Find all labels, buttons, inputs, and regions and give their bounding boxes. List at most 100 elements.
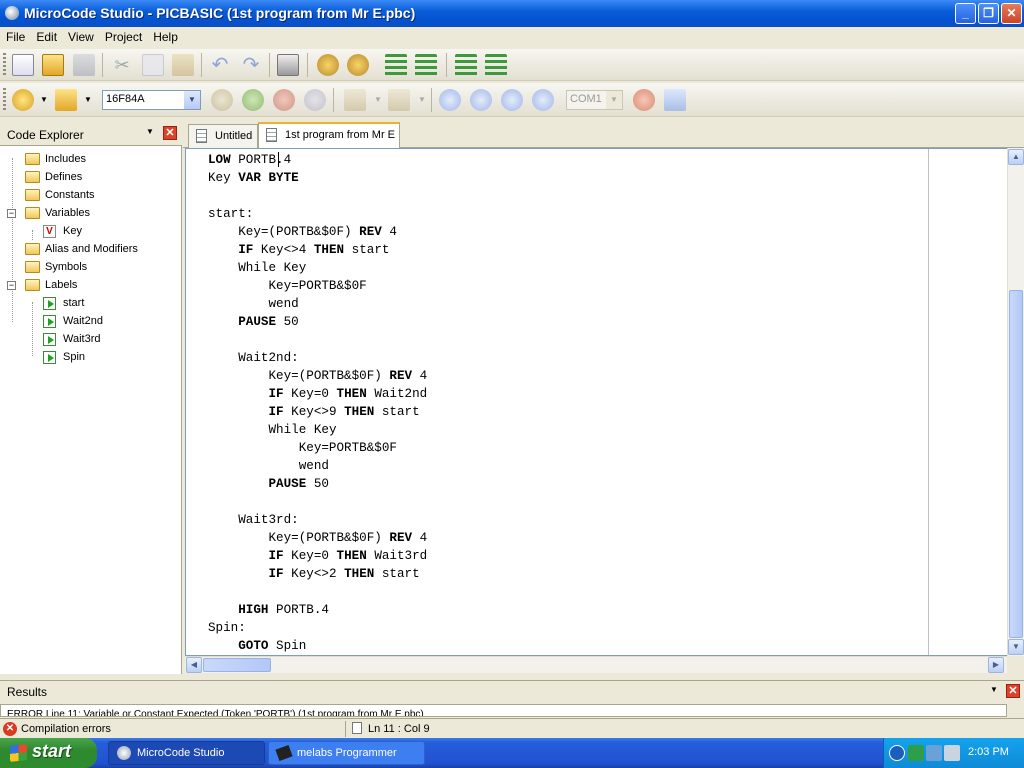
- code-line[interactable]: IF Key=0 THEN Wait3rd: [208, 547, 427, 565]
- save-icon[interactable]: [73, 54, 95, 76]
- window-titlebar[interactable]: MicroCode Studio - PICBASIC (1st program…: [0, 0, 1024, 27]
- toolbar-grip[interactable]: [3, 53, 6, 77]
- open-folder-icon[interactable]: [42, 54, 64, 76]
- com-port-select[interactable]: COM1 ▼: [566, 90, 623, 110]
- stop-icon[interactable]: [470, 89, 492, 111]
- code-line[interactable]: [208, 493, 427, 511]
- code-editor[interactable]: LOW PORTB.4 Key VAR BYTE start: Key=(PORTB…: [185, 148, 1008, 656]
- close-button[interactable]: ✕: [1001, 3, 1022, 24]
- chevron-down-icon[interactable]: ▼: [146, 127, 154, 136]
- code-line[interactable]: wend: [208, 295, 427, 313]
- code-line[interactable]: Key=(PORTB&$0F) REV 4: [208, 529, 427, 547]
- clock[interactable]: 2:03 PM: [968, 746, 1009, 758]
- menu-help[interactable]: Help: [147, 27, 183, 44]
- stop-compile-icon[interactable]: [273, 89, 295, 111]
- signal-icon[interactable]: [926, 745, 942, 761]
- code-line[interactable]: While Key: [208, 259, 427, 277]
- close-icon[interactable]: ✕: [1006, 684, 1020, 698]
- code-line[interactable]: Key=PORTB&$0F: [208, 439, 427, 457]
- menu-view[interactable]: View: [62, 27, 99, 44]
- tab-untitled[interactable]: Untitled: [188, 124, 258, 148]
- code-line[interactable]: Key=(PORTB&$0F) REV 4: [208, 223, 427, 241]
- code-line[interactable]: While Key: [208, 421, 427, 439]
- menu-edit[interactable]: Edit: [30, 27, 62, 44]
- find-icon[interactable]: [317, 54, 339, 76]
- chevron-down-icon[interactable]: ▼: [84, 95, 92, 104]
- horizontal-scroll-thumb[interactable]: [203, 658, 271, 672]
- tab-1st-program[interactable]: 1st program from Mr E: [258, 122, 400, 149]
- loader-icon[interactable]: [388, 89, 410, 111]
- code-line[interactable]: IF Key=0 THEN Wait2nd: [208, 385, 427, 403]
- chevron-down-icon[interactable]: ▼: [990, 685, 998, 694]
- code-line[interactable]: IF Key<>4 THEN start: [208, 241, 427, 259]
- code-line[interactable]: Key VAR BYTE: [208, 169, 427, 187]
- new-file-icon[interactable]: [12, 54, 34, 76]
- outdent-icon[interactable]: [415, 54, 437, 76]
- code-line[interactable]: Wait2nd:: [208, 349, 427, 367]
- code-line[interactable]: PAUSE 50: [208, 313, 427, 331]
- task-microcode-studio[interactable]: MicroCode Studio: [108, 741, 265, 765]
- chevron-down-icon[interactable]: ▼: [184, 91, 200, 109]
- code-line[interactable]: IF Key<>2 THEN start: [208, 565, 427, 583]
- chevron-down-icon[interactable]: ▼: [40, 95, 48, 104]
- toolbar-grip[interactable]: [3, 88, 6, 112]
- collapse-icon[interactable]: −: [7, 209, 16, 218]
- redo-icon[interactable]: ↷: [240, 54, 262, 76]
- print-icon[interactable]: [277, 54, 299, 76]
- comment-icon[interactable]: [455, 54, 477, 76]
- code-line[interactable]: [208, 583, 427, 601]
- scroll-left-icon[interactable]: ◀: [186, 657, 202, 673]
- terminal-icon[interactable]: [664, 89, 686, 111]
- indent-icon[interactable]: [385, 54, 407, 76]
- minimize-button[interactable]: _: [955, 3, 976, 24]
- code-line[interactable]: Wait3rd:: [208, 511, 427, 529]
- start-button[interactable]: start: [0, 738, 97, 768]
- step-icon[interactable]: [532, 89, 554, 111]
- network-icon[interactable]: [908, 745, 924, 761]
- program-folder-icon[interactable]: [344, 89, 366, 111]
- paste-icon[interactable]: [172, 54, 194, 76]
- serial-icon[interactable]: [633, 89, 655, 111]
- code-line[interactable]: PAUSE 50: [208, 475, 427, 493]
- compile-program-icon[interactable]: [242, 89, 264, 111]
- cut-icon[interactable]: ✂: [111, 54, 133, 76]
- scroll-up-icon[interactable]: ▲: [1008, 149, 1024, 165]
- code-line[interactable]: [208, 187, 427, 205]
- close-icon[interactable]: ✕: [163, 126, 177, 140]
- code-line[interactable]: [208, 331, 427, 349]
- chevron-down-icon[interactable]: ▼: [374, 95, 382, 104]
- code-line[interactable]: Spin:: [208, 619, 427, 637]
- uncomment-icon[interactable]: [485, 54, 507, 76]
- code-line[interactable]: start:: [208, 205, 427, 223]
- copy-icon[interactable]: [142, 54, 164, 76]
- task-melabs-programmer[interactable]: melabs Programmer: [268, 741, 425, 765]
- chevron-down-icon[interactable]: ▼: [418, 95, 426, 104]
- code-text[interactable]: LOW PORTB.4 Key VAR BYTE start: Key=(PORTB…: [208, 151, 427, 655]
- device-select[interactable]: 16F84A ▼: [102, 90, 201, 110]
- scroll-down-icon[interactable]: ▼: [1008, 639, 1024, 655]
- open-project-icon[interactable]: [55, 89, 77, 111]
- scroll-right-icon[interactable]: ▶: [988, 657, 1004, 673]
- code-line[interactable]: GOTO Spin: [208, 637, 427, 655]
- chevron-down-icon[interactable]: ▼: [606, 91, 622, 109]
- vertical-scrollbar[interactable]: ▲ ▼: [1007, 148, 1024, 656]
- info-icon[interactable]: [304, 89, 326, 111]
- horizontal-scrollbar[interactable]: ◀ ▶: [185, 656, 1007, 673]
- undo-icon[interactable]: ↶: [209, 54, 231, 76]
- vertical-scroll-thumb[interactable]: [1009, 290, 1023, 638]
- monitor-icon[interactable]: [944, 745, 960, 761]
- code-line[interactable]: HIGH PORTB.4: [208, 601, 427, 619]
- results-message[interactable]: ERROR Line 11: Variable or Constant Expe…: [0, 704, 1007, 717]
- menu-file[interactable]: File: [0, 27, 30, 44]
- code-line[interactable]: IF Key<>9 THEN start: [208, 403, 427, 421]
- code-line[interactable]: Key=PORTB&$0F: [208, 277, 427, 295]
- chevron-left-icon[interactable]: [889, 745, 905, 761]
- code-line[interactable]: LOW PORTB.4: [208, 151, 427, 169]
- menu-project[interactable]: Project: [99, 27, 147, 44]
- maximize-button[interactable]: ❐: [978, 3, 999, 24]
- new-project-icon[interactable]: [12, 89, 34, 111]
- replace-icon[interactable]: [347, 54, 369, 76]
- collapse-icon[interactable]: −: [7, 281, 16, 290]
- code-line[interactable]: wend: [208, 457, 427, 475]
- play-icon[interactable]: [439, 89, 461, 111]
